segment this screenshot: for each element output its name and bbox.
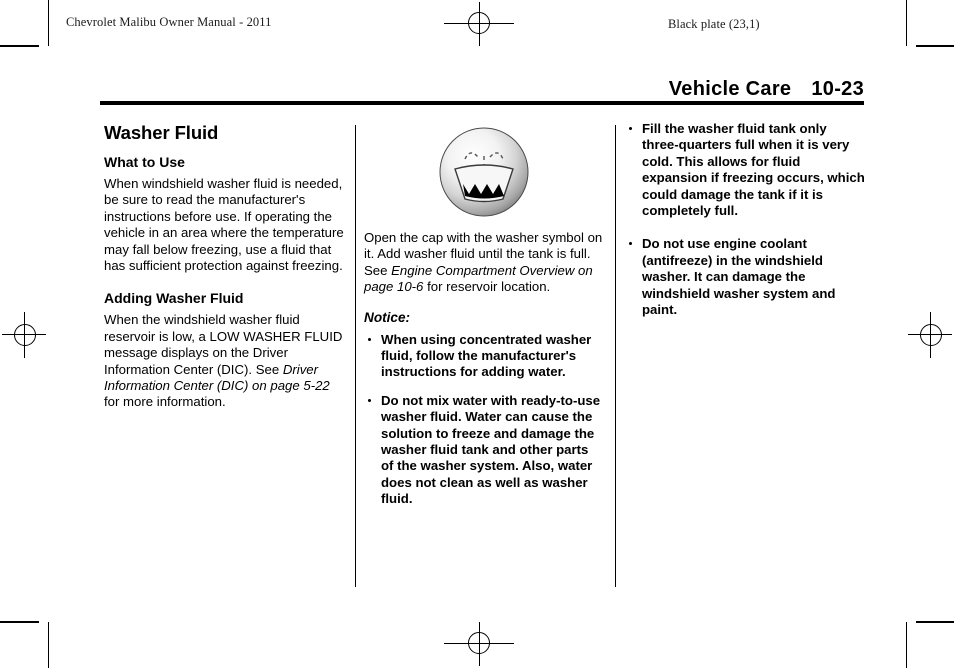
page-title-section: Vehicle Care — [668, 78, 792, 100]
column-2: Open the cap with the washer symbol on i… — [364, 123, 604, 508]
crop-mark-bottom-right-vertical — [906, 622, 907, 668]
paragraph-what-to-use: When windshield washer fluid is needed, … — [104, 176, 344, 274]
registration-mark-left — [2, 312, 46, 358]
list-item: Fill the washer fluid tank only three-qu… — [625, 121, 865, 219]
list-item: When using concentrated washer fluid, fo… — [364, 332, 604, 381]
registration-mark-bottom — [444, 622, 514, 666]
washer-fluid-symbol-icon — [439, 127, 529, 217]
bullet-dot-icon — [629, 127, 632, 130]
bullet-dot-icon — [368, 337, 371, 341]
notice-bullet-list-continued: Fill the washer fluid tank only three-qu… — [625, 121, 865, 318]
crop-mark-top-left-vertical — [48, 0, 49, 46]
paragraph-text-tail: for reservoir location. — [423, 279, 551, 295]
page-title-number: 10-23 — [811, 78, 864, 100]
page-title-rule — [100, 101, 864, 105]
crop-mark-bottom-right-horizontal — [916, 621, 954, 623]
crop-mark-bottom-left-horizontal — [0, 621, 39, 623]
section-heading-washer-fluid: Washer Fluid — [104, 122, 219, 143]
subheading-adding-washer-fluid: Adding Washer Fluid — [104, 290, 244, 307]
notice-bullet-list: When using concentrated washer fluid, fo… — [364, 332, 604, 508]
figure-washer-fluid-symbol — [364, 124, 604, 220]
column-3: Fill the washer fluid tank only three-qu… — [625, 121, 865, 318]
page-title: Vehicle Care 10-23 — [669, 78, 864, 101]
crop-mark-bottom-left-vertical — [48, 622, 49, 668]
bullet-dot-icon — [368, 398, 371, 402]
subheading-what-to-use: What to Use — [104, 154, 185, 170]
column-divider-1 — [355, 125, 356, 587]
bullet-dot-icon — [629, 242, 632, 246]
notice-label: Notice: — [364, 309, 411, 325]
crop-mark-top-left-horizontal — [0, 45, 39, 47]
list-item-text: Fill the washer fluid tank only three-qu… — [642, 121, 865, 219]
registration-mark-top — [444, 2, 514, 46]
paragraph-open-cap: Open the cap with the washer symbol on i… — [364, 230, 604, 296]
crop-mark-top-right-vertical — [906, 0, 907, 46]
list-item-text: When using concentrated washer fluid, fo… — [381, 331, 592, 380]
crop-mark-top-right-horizontal — [916, 45, 954, 47]
column-divider-2 — [615, 125, 616, 587]
running-head-right: Black plate (23,1) — [668, 17, 760, 31]
column-1: Washer Fluid What to Use When windshield… — [104, 123, 344, 411]
paragraph-text-tail: for more information. — [104, 394, 226, 410]
list-item-text: Do not mix water with ready-to-use washe… — [381, 392, 601, 507]
list-item: Do not mix water with ready-to-use washe… — [364, 393, 604, 508]
running-head-left: Chevrolet Malibu Owner Manual - 2011 — [66, 15, 272, 29]
registration-mark-right — [908, 312, 952, 358]
list-item: Do not use engine coolant (antifreeze) i… — [625, 236, 865, 318]
list-item-text: Do not use engine coolant (antifreeze) i… — [642, 236, 836, 318]
paragraph-adding-washer-fluid: When the windshield washer fluid reservo… — [104, 312, 344, 410]
